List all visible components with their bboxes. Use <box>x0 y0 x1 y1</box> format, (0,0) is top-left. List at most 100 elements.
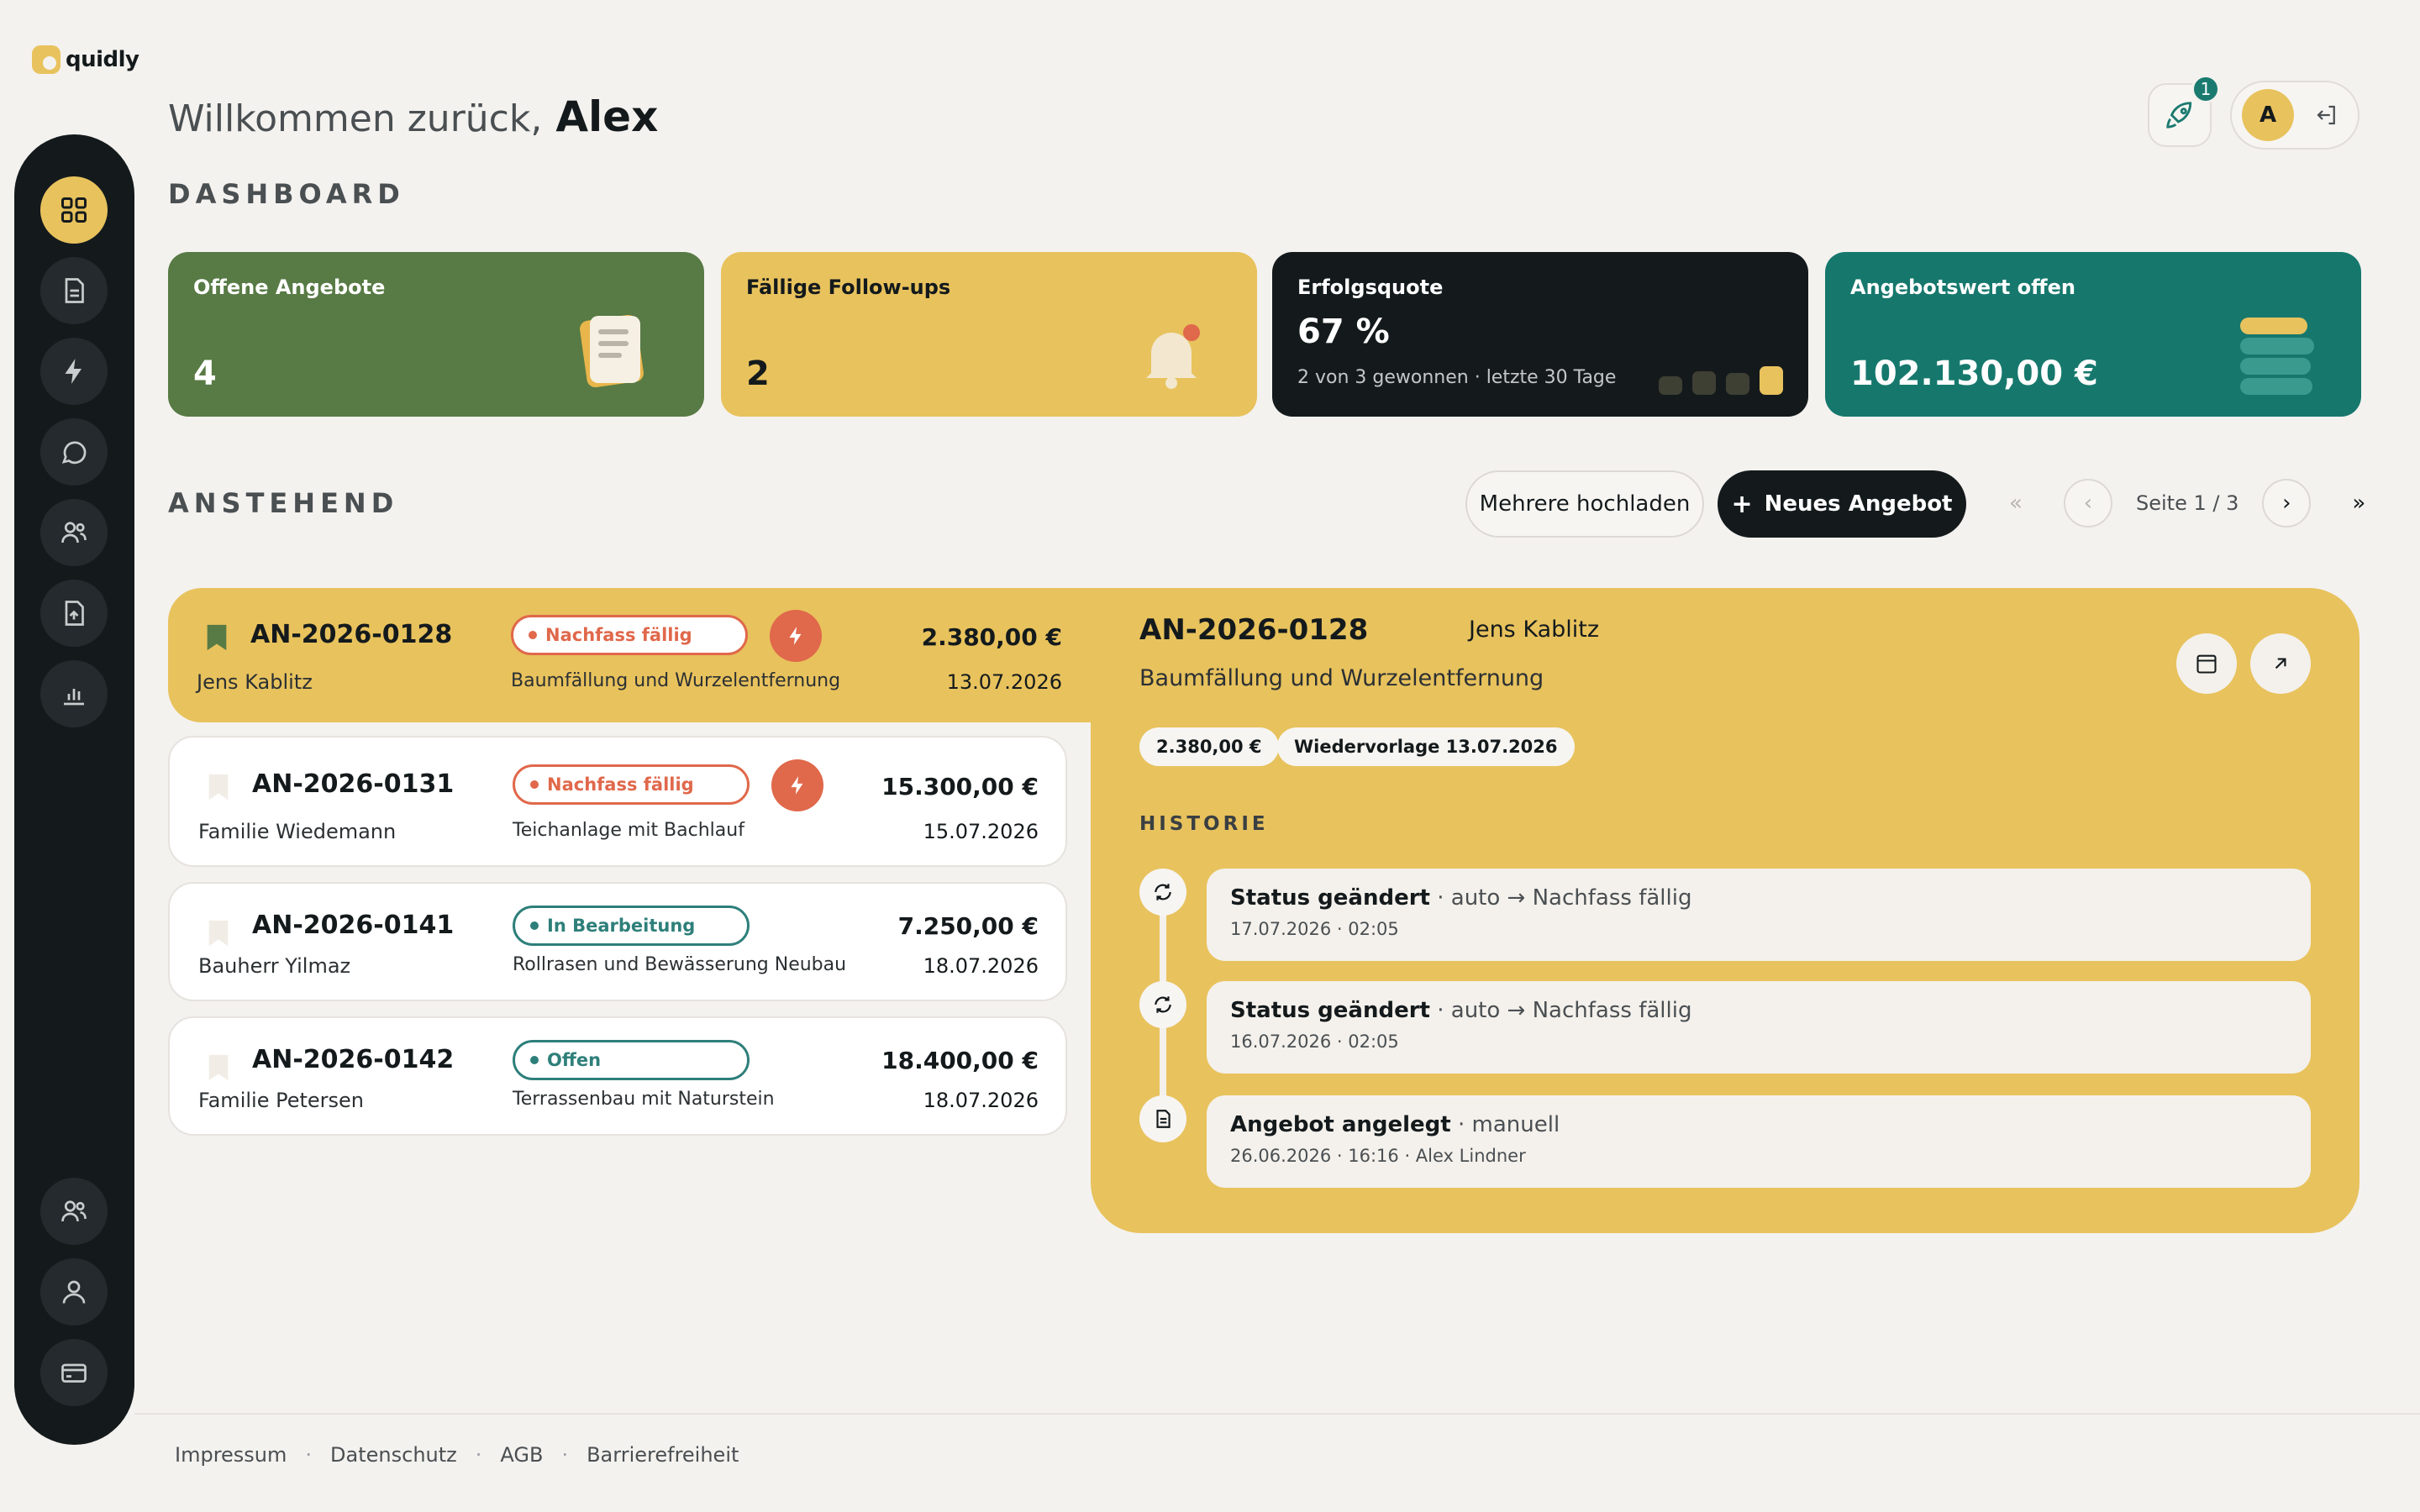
card-label: Angebotswert offen <box>1850 276 2075 299</box>
offer-description: Baumfällung und Wurzelentfernung <box>511 670 841 691</box>
offer-row[interactable]: AN-2026-0131 Familie Wiedemann Nachfass … <box>168 736 1067 867</box>
followup-action-button[interactable] <box>770 610 822 662</box>
bolt-icon <box>791 776 803 795</box>
offer-amount: 15.300,00 € <box>881 773 1039 801</box>
document-stack-icon <box>580 314 644 388</box>
next-page-icon[interactable]: › <box>2262 479 2312 528</box>
nav-billing-icon[interactable] <box>40 1339 108 1406</box>
offer-amount: 2.380,00 € <box>921 623 1062 651</box>
nav-stats-icon[interactable] <box>40 660 108 727</box>
followup-action-button[interactable] <box>771 759 823 811</box>
nav-offers-icon[interactable] <box>40 257 108 324</box>
card-value: 67 % <box>1297 312 1390 351</box>
history-entry: Status geändert · auto → Nachfass fällig… <box>1207 981 2311 1074</box>
prev-page-icon[interactable]: ‹ <box>2064 479 2112 528</box>
history-entry: Status geändert · auto → Nachfass fällig… <box>1207 869 2311 961</box>
bookmark-icon[interactable] <box>207 1053 230 1082</box>
status-badge: Nachfass fällig <box>511 615 748 655</box>
calendar-button[interactable] <box>2176 633 2237 694</box>
nav-profile-icon[interactable] <box>40 1258 108 1326</box>
bookmark-icon[interactable] <box>207 773 230 801</box>
card-open-offers[interactable]: Offene Angebote 4 <box>168 252 704 417</box>
bookmark-icon[interactable] <box>205 623 229 652</box>
footer-link-impressum[interactable]: Impressum <box>175 1443 287 1467</box>
card-subtext: 2 von 3 gewonnen · letzte 30 Tage <box>1297 367 1617 388</box>
offer-customer: Bauherr Yilmaz <box>198 954 351 978</box>
logout-icon[interactable] <box>2314 102 2339 128</box>
offer-id: AN-2026-0131 <box>252 769 455 799</box>
footer-separator: · <box>561 1443 569 1467</box>
page-indicator: Seite 1 / 3 <box>2136 491 2239 515</box>
offer-id: AN-2026-0142 <box>252 1045 455 1074</box>
coin-stack-icon <box>2240 318 2314 395</box>
offer-amount: 7.250,00 € <box>897 912 1039 940</box>
history-entry-detail: · manuell <box>1450 1112 1560 1137</box>
avatar[interactable]: A <box>2242 89 2294 141</box>
user-menu[interactable]: A <box>2230 81 2360 150</box>
upload-multiple-button[interactable]: Mehrere hochladen <box>1465 470 1704 538</box>
user-name: Alex <box>555 92 659 141</box>
pagination: « ‹ Seite 1 / 3 › » <box>1991 479 2383 528</box>
first-page-icon[interactable]: « <box>1991 479 2040 528</box>
status-badge: In Bearbeitung <box>513 906 750 946</box>
nav-customers-icon[interactable] <box>40 499 108 566</box>
success-indicator <box>1659 366 1783 395</box>
offer-customer: Familie Wiedemann <box>198 820 397 843</box>
nav-team-icon[interactable] <box>40 1178 108 1245</box>
logo-icon <box>32 45 60 74</box>
footer-link-barrierefreiheit[interactable]: Barrierefreiheit <box>587 1443 739 1467</box>
header-actions: 1 A <box>2148 75 2360 150</box>
rocket-button[interactable]: 1 <box>2148 75 2220 147</box>
notification-badge: 1 <box>2191 75 2220 103</box>
card-label: Fällige Follow-ups <box>746 276 951 299</box>
new-offer-label: Neues Angebot <box>1764 491 1953 517</box>
nav-messages-icon[interactable] <box>40 418 108 486</box>
bookmark-icon[interactable] <box>207 919 230 948</box>
card-followups[interactable]: Fällige Follow-ups 2 <box>721 252 1257 417</box>
last-page-icon[interactable]: » <box>2334 479 2383 528</box>
history-entry-meta: 16.07.2026 · 02:05 <box>1230 1032 1399 1052</box>
arrow-up-right-icon <box>2275 658 2286 669</box>
followup-tag: Wiedervorlage 13.07.2026 <box>1277 727 1575 766</box>
rocket-icon <box>2166 102 2192 129</box>
brand-logo[interactable]: quidly <box>32 45 139 74</box>
history-entry: Angebot angelegt · manuell 26.06.2026 · … <box>1207 1095 2311 1188</box>
detail-customer: Jens Kablitz <box>1469 617 1600 643</box>
offer-row[interactable]: AN-2026-0141 Bauherr Yilmaz In Bearbeitu… <box>168 882 1067 1001</box>
history-entry-detail: · auto → Nachfass fällig <box>1429 998 1692 1023</box>
card-open-value[interactable]: Angebotswert offen 102.130,00 € <box>1825 252 2361 417</box>
bolt-icon <box>789 627 802 645</box>
offer-customer: Familie Petersen <box>198 1089 364 1112</box>
nav-dashboard-icon[interactable] <box>40 176 108 244</box>
offer-description: Terrassenbau mit Naturstein <box>513 1089 775 1110</box>
offer-id: AN-2026-0128 <box>250 620 453 649</box>
status-badge: Nachfass fällig <box>513 764 750 805</box>
offer-row-selected[interactable]: AN-2026-0128 Jens Kablitz Nachfass fälli… <box>168 588 1091 722</box>
footer-divider <box>134 1413 2420 1415</box>
greeting-text: Willkommen zurück, <box>168 97 543 140</box>
sidebar <box>14 134 134 1445</box>
dashboard-title: DASHBOARD <box>168 178 405 210</box>
offer-date: 18.07.2026 <box>923 954 1039 978</box>
history-entry-detail: · auto → Nachfass fällig <box>1429 885 1692 911</box>
card-success-rate[interactable]: Erfolgsquote 67 % 2 von 3 gewonnen · let… <box>1272 252 1808 417</box>
detail-id: AN-2026-0128 <box>1139 613 1369 647</box>
nav-followups-icon[interactable] <box>40 338 108 405</box>
offer-amount: 18.400,00 € <box>881 1047 1039 1074</box>
new-offer-button[interactable]: + Neues Angebot <box>1718 470 1966 538</box>
footer-link-datenschutz[interactable]: Datenschutz <box>330 1443 457 1467</box>
history-entry-title: Status geändert <box>1230 998 1430 1023</box>
footer-link-agb[interactable]: AGB <box>500 1443 543 1467</box>
offer-customer: Jens Kablitz <box>197 670 313 694</box>
brand-name: quidly <box>66 47 139 72</box>
offer-row[interactable]: AN-2026-0142 Familie Petersen Offen Terr… <box>168 1016 1067 1136</box>
offer-description: Rollrasen und Bewässerung Neubau <box>513 954 847 975</box>
offer-id: AN-2026-0141 <box>252 911 455 940</box>
document-icon <box>1139 1095 1186 1142</box>
history-entry-title: Angebot angelegt <box>1230 1112 1451 1137</box>
card-value: 4 <box>193 354 217 393</box>
card-label: Erfolgsquote <box>1297 276 1444 299</box>
open-external-button[interactable] <box>2250 633 2311 694</box>
nav-upload-icon[interactable] <box>40 580 108 647</box>
history-entry-meta: 26.06.2026 · 16:16 · Alex Lindner <box>1230 1146 1526 1166</box>
